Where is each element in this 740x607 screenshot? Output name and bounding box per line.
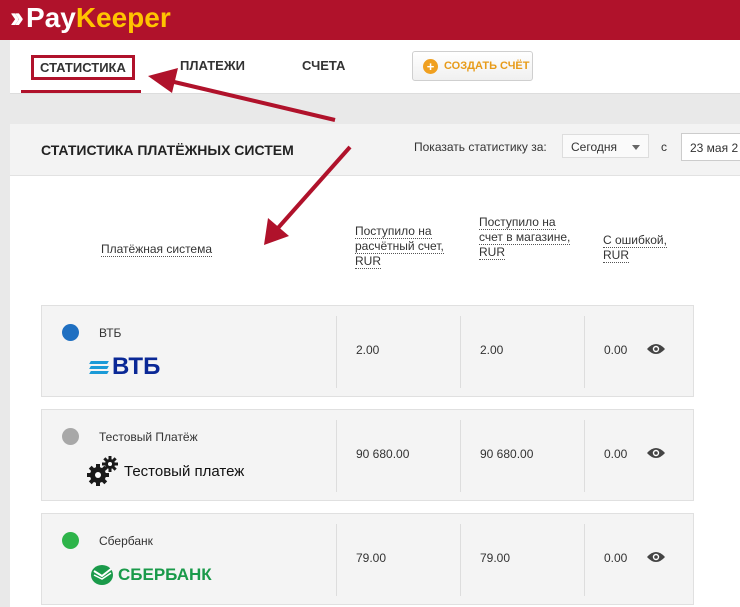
divider [336, 420, 337, 492]
divider [336, 316, 337, 388]
eye-icon[interactable] [646, 342, 666, 356]
divider [584, 524, 585, 596]
vtb-logo: ВТБ [89, 351, 161, 383]
payment-system-name: Тестовый Платёж [99, 430, 198, 444]
create-invoice-label: Создать счёт [444, 60, 530, 72]
header-received-account[interactable]: Поступило на расчётный счет, RUR [355, 224, 455, 269]
divider [460, 316, 461, 388]
header-received-shop[interactable]: Поступило на счет в магазине, RUR [479, 215, 579, 260]
eye-icon[interactable] [646, 446, 666, 460]
payment-system-name: ВТБ [99, 326, 122, 340]
table-row[interactable]: Сбербанк СБЕРБАНК 79.00 79.00 0.00 [41, 513, 694, 605]
test-payment-logo: Тестовый платеж [86, 455, 244, 487]
vtb-stripes-icon [89, 360, 109, 375]
active-tab-indicator [21, 90, 141, 93]
sberbank-logo: СБЕРБАНК [90, 559, 212, 591]
with-error-value: 0.00 [604, 551, 628, 565]
received-shop-value: 2.00 [480, 343, 504, 357]
with-error-value: 0.00 [604, 447, 628, 461]
table-row[interactable]: Тестовый Платёж Тестовый платеж 90 680.0… [41, 409, 694, 501]
divider [460, 524, 461, 596]
date-from-input[interactable]: 23 мая 2 [681, 133, 740, 161]
header-payment-system-label: Платёжная система [101, 242, 213, 257]
top-bar: ›› Pay Keeper [0, 0, 740, 40]
show-stats-label: Показать статистику за: [414, 140, 547, 154]
period-select[interactable]: Сегодня [562, 134, 649, 158]
status-dot [62, 324, 79, 341]
received-account-value: 2.00 [356, 343, 380, 357]
header-received-shop-label: Поступило на счет в магазине, RUR [479, 215, 571, 260]
logo-keeper-text: Keeper [75, 2, 171, 33]
sberbank-logo-text: СБЕРБАНК [118, 565, 212, 584]
panel-header: Статистика платёжных систем Показать ста… [10, 124, 740, 176]
received-shop-value: 90 680.00 [480, 447, 534, 461]
gears-icon [87, 456, 118, 486]
main-nav: Статистика Платежи Счета + Создать счёт [10, 40, 740, 94]
divider [584, 420, 585, 492]
period-select-value: Сегодня [571, 140, 617, 154]
status-dot [62, 532, 79, 549]
received-shop-value: 79.00 [480, 551, 511, 565]
stats-panel: Статистика платёжных систем Показать ста… [10, 124, 740, 607]
table-row[interactable]: ВТБ ВТБ 2.00 2.00 0.00 [41, 305, 694, 397]
logo-chevrons-icon: ›› [10, 1, 24, 34]
tab-invoices[interactable]: Счета [302, 58, 345, 73]
date-from-label: с [661, 140, 667, 154]
logo-pay-text: Pay [25, 2, 76, 33]
paykeeper-logo[interactable]: ›› Pay Keeper [10, 2, 171, 34]
panel-title: Статистика платёжных систем [41, 142, 294, 158]
test-payment-logo-text: Тестовый платеж [124, 462, 245, 480]
header-with-error[interactable]: С ошибкой, RUR [603, 233, 683, 263]
tab-statistics[interactable]: Статистика [31, 55, 135, 80]
header-payment-system[interactable]: Платёжная система [101, 242, 213, 257]
with-error-value: 0.00 [604, 343, 628, 357]
header-received-account-label: Поступило на расчётный счет, RUR [355, 224, 444, 269]
eye-icon[interactable] [646, 550, 666, 564]
divider [460, 420, 461, 492]
divider [584, 316, 585, 388]
sberbank-emblem-icon [91, 565, 113, 585]
header-with-error-label: С ошибкой, RUR [603, 233, 667, 263]
caret-down-icon [632, 145, 640, 150]
tab-statistics-label: Статистика [31, 55, 135, 80]
plus-icon: + [423, 58, 438, 74]
divider [336, 524, 337, 596]
create-invoice-button[interactable]: + Создать счёт [412, 51, 533, 81]
status-dot [62, 428, 79, 445]
received-account-value: 90 680.00 [356, 447, 410, 461]
tab-payments[interactable]: Платежи [180, 58, 245, 73]
received-account-value: 79.00 [356, 551, 387, 565]
payment-system-name: Сбербанк [99, 534, 153, 548]
vtb-logo-text: ВТБ [112, 353, 161, 380]
